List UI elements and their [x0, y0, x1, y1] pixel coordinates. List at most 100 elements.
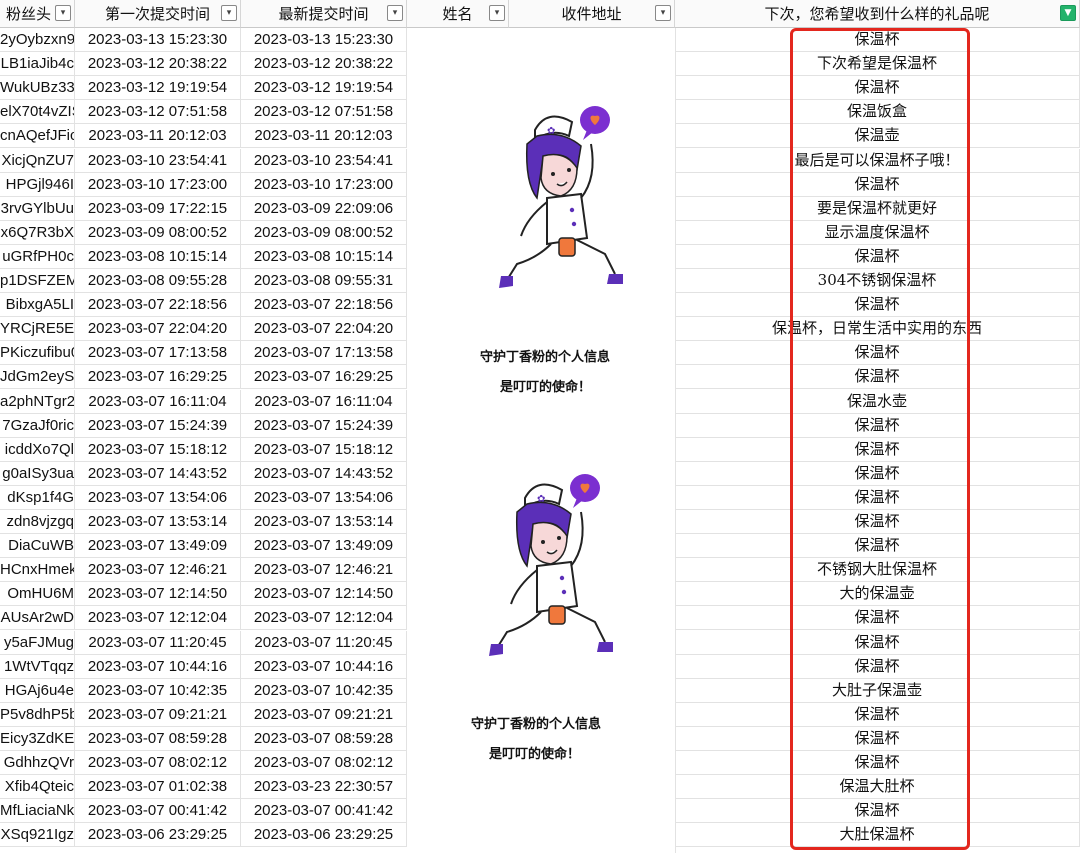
cell-latest-submit[interactable]: 2023-03-11 20:12:03	[241, 124, 407, 149]
cell-latest-submit[interactable]: 2023-03-07 22:04:20	[241, 317, 407, 342]
cell-first-submit[interactable]: 2023-03-12 07:51:58	[75, 100, 241, 125]
cell-gift[interactable]: 大的保温壶	[675, 582, 1080, 607]
cell-gift[interactable]: 保温杯	[675, 630, 1080, 655]
cell-first-submit[interactable]: 2023-03-07 09:21:21	[75, 702, 241, 727]
cell-fan[interactable]: HGAj6u4e	[0, 678, 75, 703]
cell-gift[interactable]: 保温水壶	[675, 389, 1080, 414]
cell-latest-submit[interactable]: 2023-03-07 09:21:21	[241, 702, 407, 727]
cell-fan[interactable]: MfLiaciaNk	[0, 799, 75, 824]
cell-latest-submit[interactable]: 2023-03-23 22:30:57	[241, 775, 407, 800]
cell-fan[interactable]: uGRfPH0c	[0, 244, 75, 269]
cell-first-submit[interactable]: 2023-03-07 13:54:06	[75, 485, 241, 510]
cell-fan[interactable]: a2phNTgr2	[0, 389, 75, 414]
cell-gift[interactable]: 保温杯	[675, 28, 1080, 53]
cell-first-submit[interactable]: 2023-03-07 08:02:12	[75, 751, 241, 776]
header-first-submit[interactable]: 第一次提交时间 ▾	[75, 0, 241, 28]
cell-gift[interactable]: 保温壶	[675, 124, 1080, 149]
cell-first-submit[interactable]: 2023-03-06 23:29:25	[75, 823, 241, 848]
cell-first-submit[interactable]: 2023-03-07 14:43:52	[75, 461, 241, 486]
cell-fan[interactable]: AUsAr2wD	[0, 606, 75, 631]
cell-latest-submit[interactable]: 2023-03-07 00:41:42	[241, 799, 407, 824]
cell-fan[interactable]: WukUBz33	[0, 76, 75, 101]
cell-latest-submit[interactable]: 2023-03-07 11:20:45	[241, 630, 407, 655]
header-latest-submit[interactable]: 最新提交时间 ▾	[241, 0, 407, 28]
cell-gift[interactable]: 最后是可以保温杯子哦！	[675, 148, 1080, 173]
cell-gift[interactable]: 保温杯	[675, 654, 1080, 679]
filter-active-icon[interactable]: ▼	[1060, 5, 1076, 21]
cell-latest-submit[interactable]: 2023-03-07 13:53:14	[241, 510, 407, 535]
dropdown-filter-icon[interactable]: ▾	[55, 5, 71, 21]
cell-fan[interactable]: p1DSFZEM	[0, 269, 75, 294]
header-address[interactable]: 收件地址 ▾	[509, 0, 675, 28]
dropdown-filter-icon[interactable]: ▾	[221, 5, 237, 21]
cell-gift[interactable]: 下次希望是保温杯	[675, 52, 1080, 77]
cell-first-submit[interactable]: 2023-03-07 17:13:58	[75, 341, 241, 366]
cell-first-submit[interactable]: 2023-03-07 16:29:25	[75, 365, 241, 390]
cell-fan[interactable]: OmHU6M	[0, 582, 75, 607]
cell-first-submit[interactable]: 2023-03-13 15:23:30	[75, 28, 241, 53]
cell-first-submit[interactable]: 2023-03-07 22:18:56	[75, 293, 241, 318]
cell-fan[interactable]: x6Q7R3bX	[0, 220, 75, 245]
cell-first-submit[interactable]: 2023-03-10 17:23:00	[75, 172, 241, 197]
cell-fan[interactable]: JdGm2eyS	[0, 365, 75, 390]
cell-latest-submit[interactable]: 2023-03-07 13:54:06	[241, 485, 407, 510]
cell-latest-submit[interactable]: 2023-03-07 14:43:52	[241, 461, 407, 486]
cell-latest-submit[interactable]: 2023-03-07 12:46:21	[241, 558, 407, 583]
cell-latest-submit[interactable]: 2023-03-06 23:29:25	[241, 823, 407, 848]
cell-first-submit[interactable]: 2023-03-07 15:24:39	[75, 413, 241, 438]
cell-fan[interactable]: P5v8dhP5b	[0, 702, 75, 727]
cell-fan[interactable]: icddXo7Ql	[0, 437, 75, 462]
cell-latest-submit[interactable]: 2023-03-12 07:51:58	[241, 100, 407, 125]
cell-fan[interactable]: dKsp1f4G	[0, 485, 75, 510]
cell-fan[interactable]: g0aISy3ua	[0, 461, 75, 486]
cell-fan[interactable]: GdhhzQVr	[0, 751, 75, 776]
cell-gift[interactable]: 大肚子保温壶	[675, 678, 1080, 703]
cell-gift[interactable]: 保温杯	[675, 172, 1080, 197]
cell-latest-submit[interactable]: 2023-03-07 16:11:04	[241, 389, 407, 414]
cell-first-submit[interactable]: 2023-03-07 11:20:45	[75, 630, 241, 655]
cell-gift[interactable]: 保温杯	[675, 751, 1080, 776]
header-fan[interactable]: 粉丝头 ▾	[0, 0, 75, 28]
cell-latest-submit[interactable]: 2023-03-07 10:42:35	[241, 678, 407, 703]
cell-gift[interactable]: 保温杯	[675, 799, 1080, 824]
cell-gift[interactable]: 保温饭盒	[675, 100, 1080, 125]
cell-fan[interactable]: cnAQefJFic	[0, 124, 75, 149]
cell-latest-submit[interactable]: 2023-03-09 22:09:06	[241, 196, 407, 221]
cell-gift[interactable]: 大肚保温杯	[675, 823, 1080, 848]
cell-fan[interactable]: Eicy3ZdKE	[0, 726, 75, 751]
cell-first-submit[interactable]: 2023-03-07 12:12:04	[75, 606, 241, 631]
cell-fan[interactable]: HPGjl946I	[0, 172, 75, 197]
cell-gift[interactable]: 保温杯	[675, 413, 1080, 438]
cell-gift[interactable]: 保温杯	[675, 244, 1080, 269]
cell-gift[interactable]: 保温杯	[675, 437, 1080, 462]
cell-fan[interactable]: y5aFJMug	[0, 630, 75, 655]
cell-latest-submit[interactable]: 2023-03-07 22:18:56	[241, 293, 407, 318]
cell-latest-submit[interactable]: 2023-03-07 08:59:28	[241, 726, 407, 751]
cell-latest-submit[interactable]: 2023-03-08 10:15:14	[241, 244, 407, 269]
cell-gift[interactable]: 保温杯	[675, 510, 1080, 535]
cell-gift[interactable]: 保温杯	[675, 341, 1080, 366]
cell-gift[interactable]: 保温杯	[675, 485, 1080, 510]
dropdown-filter-icon[interactable]: ▾	[489, 5, 505, 21]
cell-first-submit[interactable]: 2023-03-07 08:59:28	[75, 726, 241, 751]
cell-fan[interactable]: YRCjRE5E	[0, 317, 75, 342]
cell-fan[interactable]: 2yOybzxn9	[0, 28, 75, 53]
cell-gift[interactable]: 保温杯	[675, 702, 1080, 727]
cell-first-submit[interactable]: 2023-03-07 10:44:16	[75, 654, 241, 679]
cell-first-submit[interactable]: 2023-03-07 00:41:42	[75, 799, 241, 824]
cell-fan[interactable]: 7GzaJf0ric	[0, 413, 75, 438]
cell-latest-submit[interactable]: 2023-03-07 08:02:12	[241, 751, 407, 776]
cell-latest-submit[interactable]: 2023-03-10 17:23:00	[241, 172, 407, 197]
cell-gift[interactable]: 保温杯	[675, 293, 1080, 318]
cell-latest-submit[interactable]: 2023-03-07 13:49:09	[241, 534, 407, 559]
cell-latest-submit[interactable]: 2023-03-07 15:18:12	[241, 437, 407, 462]
cell-fan[interactable]: PKiczufibu0	[0, 341, 75, 366]
cell-first-submit[interactable]: 2023-03-12 20:38:22	[75, 52, 241, 77]
cell-first-submit[interactable]: 2023-03-07 12:14:50	[75, 582, 241, 607]
cell-first-submit[interactable]: 2023-03-09 08:00:52	[75, 220, 241, 245]
cell-gift[interactable]: 304不锈钢保温杯	[675, 269, 1080, 294]
cell-latest-submit[interactable]: 2023-03-09 08:00:52	[241, 220, 407, 245]
dropdown-filter-icon[interactable]: ▾	[387, 5, 403, 21]
cell-fan[interactable]: BibxgA5LI	[0, 293, 75, 318]
cell-gift[interactable]: 显示温度保温杯	[675, 220, 1080, 245]
